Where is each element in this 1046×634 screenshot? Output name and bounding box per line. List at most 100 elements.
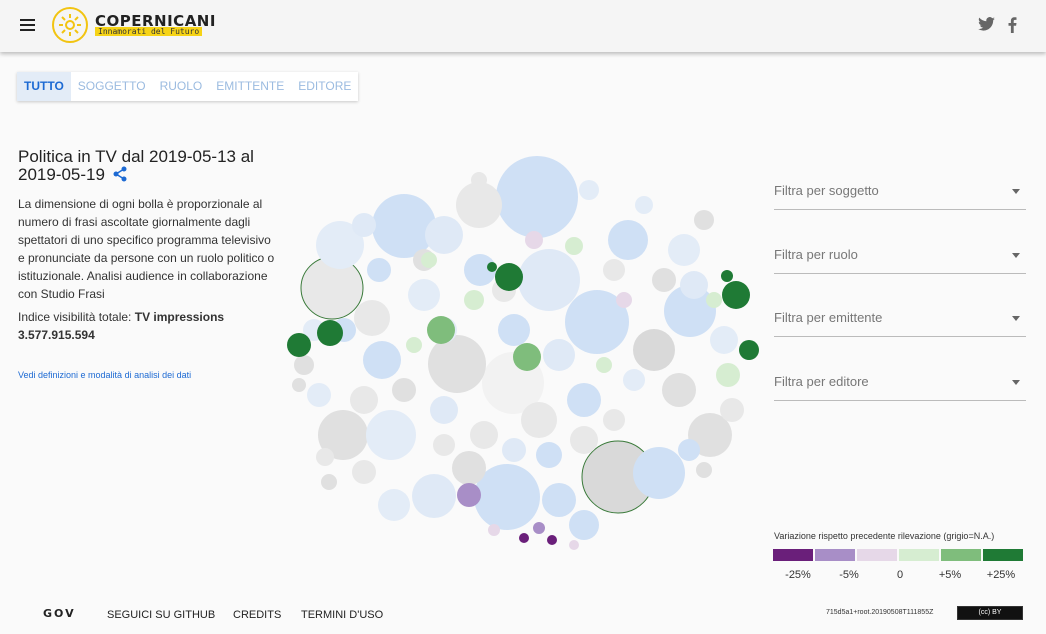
bubble[interactable] xyxy=(496,156,578,238)
bubble[interactable] xyxy=(533,522,545,534)
bubble[interactable] xyxy=(635,196,653,214)
tab-editore[interactable]: EDITORE xyxy=(291,72,358,101)
bubble[interactable] xyxy=(596,357,612,373)
bubble[interactable] xyxy=(372,194,436,258)
bubble[interactable] xyxy=(412,474,456,518)
legend-label: 0 xyxy=(896,569,904,581)
github-link[interactable]: SEGUICI SU GITHUB xyxy=(107,609,215,621)
filter-emittente[interactable]: Filtra per emittente xyxy=(774,310,1026,337)
bubble[interactable] xyxy=(633,447,685,499)
bubble[interactable] xyxy=(716,363,740,387)
bubble[interactable] xyxy=(363,341,401,379)
bubble[interactable] xyxy=(706,292,722,308)
bubble[interactable] xyxy=(316,448,334,466)
bubble[interactable] xyxy=(406,337,422,353)
bubble[interactable] xyxy=(542,483,576,517)
tab-ruolo[interactable]: RUOLO xyxy=(153,72,210,101)
tab-tutto[interactable]: TUTTO xyxy=(17,72,71,101)
bubble[interactable] xyxy=(519,533,529,543)
cc-license-badge[interactable]: (cc) BY xyxy=(957,606,1023,620)
bubble[interactable] xyxy=(321,474,337,490)
share-icon[interactable] xyxy=(112,166,128,182)
bubble[interactable] xyxy=(623,369,645,391)
bubble[interactable] xyxy=(352,213,376,237)
bubble[interactable] xyxy=(495,263,523,291)
menu-icon[interactable] xyxy=(20,19,35,32)
bubble[interactable] xyxy=(502,438,526,462)
bubble[interactable] xyxy=(470,421,498,449)
version-string: 715d5a1+root.20190508T111855Z xyxy=(826,609,934,616)
definitions-link[interactable]: Vedi definizioni e modalità di analisi d… xyxy=(18,370,191,380)
bubble[interactable] xyxy=(452,451,486,485)
bubble[interactable] xyxy=(721,270,733,282)
bubble[interactable] xyxy=(739,340,759,360)
bubble[interactable] xyxy=(471,172,487,188)
bubble[interactable] xyxy=(662,373,696,407)
bubble[interactable] xyxy=(488,524,500,536)
legend-label: -25% xyxy=(785,569,811,581)
bubble[interactable] xyxy=(307,383,331,407)
bubble[interactable] xyxy=(428,335,486,393)
tab-soggetto[interactable]: SOGGETTO xyxy=(71,72,153,101)
bubble[interactable] xyxy=(352,460,376,484)
facebook-icon[interactable] xyxy=(1008,17,1017,38)
twitter-icon[interactable] xyxy=(978,17,995,36)
bubble[interactable] xyxy=(518,249,580,311)
bubble[interactable] xyxy=(367,258,391,282)
bubble[interactable] xyxy=(317,320,343,346)
terms-link[interactable]: TERMINI D'USO xyxy=(301,609,383,621)
bubble[interactable] xyxy=(421,252,437,268)
legend-swatch xyxy=(773,549,813,561)
bubble[interactable] xyxy=(464,290,484,310)
bubble[interactable] xyxy=(456,182,502,228)
bubble[interactable] xyxy=(350,386,378,414)
bubble[interactable] xyxy=(525,231,543,249)
filter-soggetto[interactable]: Filtra per soggetto xyxy=(774,183,1026,210)
bubble[interactable] xyxy=(603,409,625,431)
bubble[interactable] xyxy=(392,378,416,402)
bubble[interactable] xyxy=(536,442,562,468)
bubble[interactable] xyxy=(694,210,714,230)
filter-ruolo[interactable]: Filtra per ruolo xyxy=(774,247,1026,274)
bubble[interactable] xyxy=(427,316,455,344)
bubble[interactable] xyxy=(287,333,311,357)
bubble[interactable] xyxy=(652,268,676,292)
bubble[interactable] xyxy=(720,398,744,422)
bubble[interactable] xyxy=(430,396,458,424)
filter-editore[interactable]: Filtra per editore xyxy=(774,374,1026,401)
tab-emittente[interactable]: EMITTENTE xyxy=(209,72,291,101)
bubble[interactable] xyxy=(696,462,712,478)
bubble[interactable] xyxy=(616,292,632,308)
bubble[interactable] xyxy=(678,439,700,461)
bubble[interactable] xyxy=(457,483,481,507)
bubble[interactable] xyxy=(567,383,601,417)
bubble[interactable] xyxy=(425,216,463,254)
bubble[interactable] xyxy=(565,237,583,255)
bubble[interactable] xyxy=(543,339,575,371)
bubble[interactable] xyxy=(570,426,598,454)
bubble[interactable] xyxy=(294,355,314,375)
bubble[interactable] xyxy=(603,259,625,281)
bubble[interactable] xyxy=(513,343,541,371)
bubble[interactable] xyxy=(680,271,708,299)
gov-logo[interactable]: GOV xyxy=(43,607,76,620)
bubble[interactable] xyxy=(608,220,648,260)
bubble[interactable] xyxy=(668,234,700,266)
bubble[interactable] xyxy=(487,262,497,272)
bubble[interactable] xyxy=(354,300,390,336)
bubble[interactable] xyxy=(710,326,738,354)
bubble[interactable] xyxy=(569,510,599,540)
bubble[interactable] xyxy=(569,540,579,550)
bubble[interactable] xyxy=(633,329,675,371)
bubble[interactable] xyxy=(433,434,455,456)
bubble[interactable] xyxy=(722,281,750,309)
bubble[interactable] xyxy=(292,378,306,392)
bubble[interactable] xyxy=(547,535,557,545)
bubble[interactable] xyxy=(378,489,410,521)
bubble[interactable] xyxy=(366,410,416,460)
bubble[interactable] xyxy=(498,314,530,346)
bubble[interactable] xyxy=(408,279,440,311)
credits-link[interactable]: CREDITS xyxy=(233,609,281,621)
bubble[interactable] xyxy=(579,180,599,200)
bubble[interactable] xyxy=(521,402,557,438)
